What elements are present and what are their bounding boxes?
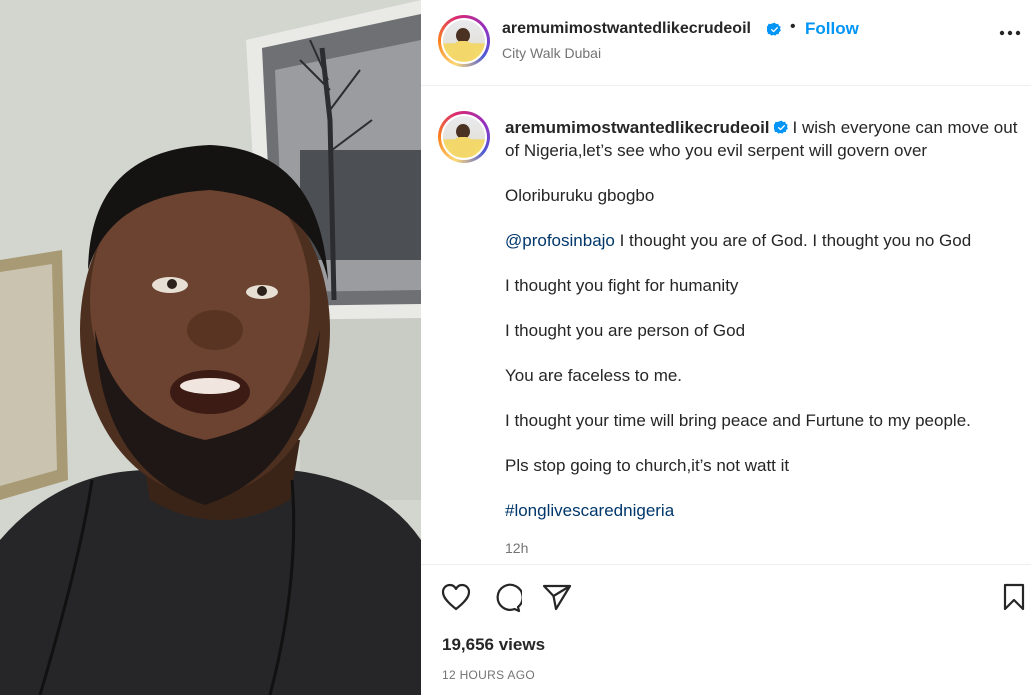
hashtag-link[interactable]: #longlivescarednigeria <box>505 501 674 520</box>
caption-text: aremumimostwantedlikecrudeoil I wish eve… <box>505 116 1020 522</box>
mention-link[interactable]: @profosinbajo <box>505 231 615 250</box>
video-frame <box>0 0 421 695</box>
separator-dot: • <box>790 18 796 35</box>
author-avatar[interactable] <box>438 15 490 67</box>
post-caption: aremumimostwantedlikecrudeoil I wish eve… <box>421 86 1031 564</box>
bookmark-icon[interactable] <box>1002 583 1026 611</box>
send-icon[interactable] <box>542 583 572 611</box>
view-count[interactable]: 19,656 views <box>442 635 545 655</box>
heart-icon[interactable] <box>441 583 471 611</box>
more-options-icon[interactable] <box>999 30 1021 36</box>
post-header: aremumimostwantedlikecrudeoil • Follow C… <box>421 0 1031 86</box>
caption-first-paragraph: aremumimostwantedlikecrudeoil I wish eve… <box>505 116 1020 162</box>
caption-line: #longlivescarednigeria <box>505 499 1020 522</box>
caption-username[interactable]: aremumimostwantedlikecrudeoil <box>505 118 770 137</box>
post-side-panel: aremumimostwantedlikecrudeoil • Follow C… <box>421 0 1031 695</box>
caption-line: I thought you fight for humanity <box>505 276 739 295</box>
follow-button[interactable]: Follow <box>805 19 859 39</box>
comment-icon[interactable] <box>492 583 522 613</box>
caption-line: I thought your time will bring peace and… <box>505 411 971 430</box>
post-actions: 19,656 views 12 HOURS AGO <box>421 564 1031 695</box>
caption-line: Pls stop going to church,it’s not watt i… <box>505 456 790 475</box>
verified-badge-icon <box>773 120 788 134</box>
caption-line: I thought you are person of God <box>505 321 746 340</box>
caption-line: @profosinbajo I thought you are of God. … <box>505 229 1020 252</box>
caption-timestamp: 12h <box>505 540 529 556</box>
post-timestamp: 12 HOURS AGO <box>442 668 535 682</box>
caption-line-text: I thought you are of God. I thought you … <box>614 231 972 250</box>
author-username[interactable]: aremumimostwantedlikecrudeoil <box>502 20 751 38</box>
post-location[interactable]: City Walk Dubai <box>502 45 601 61</box>
caption-author-avatar[interactable] <box>438 111 490 163</box>
caption-line: Oloriburuku gbogbo <box>505 186 655 205</box>
caption-line: You are faceless to me. <box>505 366 683 385</box>
post-media[interactable] <box>0 0 421 695</box>
verified-badge-icon <box>767 22 781 36</box>
